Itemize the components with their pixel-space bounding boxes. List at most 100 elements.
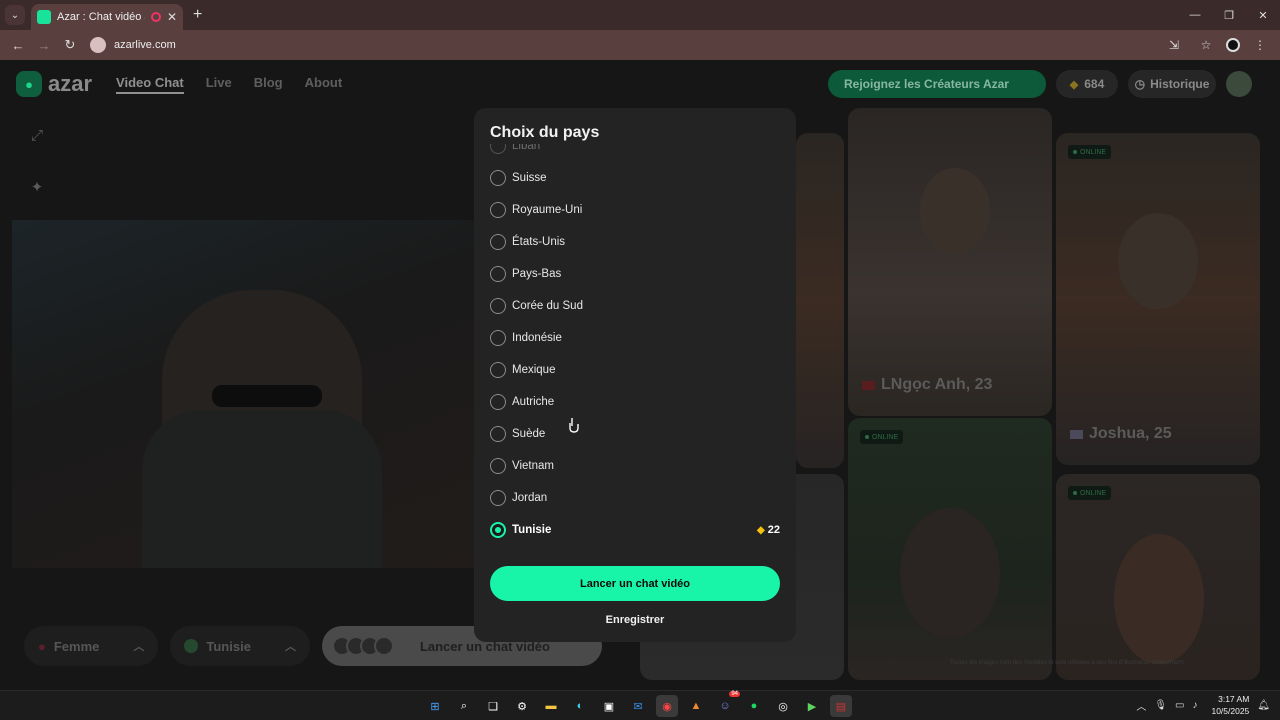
face-shape: [1118, 213, 1198, 309]
history-button[interactable]: ◷ Historique: [1128, 70, 1216, 98]
gender-filter[interactable]: ● Femme ︿: [24, 626, 159, 666]
new-tab-button[interactable]: +: [193, 6, 202, 24]
steam-icon[interactable]: ◎: [772, 695, 794, 717]
country-label: Indonésie: [512, 332, 562, 344]
tab-title: Azar : Chat vidéo avec de n: [57, 11, 145, 23]
radio-button[interactable]: [490, 362, 506, 378]
vlc-icon[interactable]: ▲: [685, 695, 707, 717]
launch-video-chat-button[interactable]: Lancer un chat vidéo: [490, 566, 780, 601]
settings-gear-icon[interactable]: ⚙: [511, 695, 533, 717]
nav-live[interactable]: Live: [206, 75, 232, 94]
edge-icon[interactable]: ◐: [569, 695, 591, 717]
country-option-jordan[interactable]: Jordan: [490, 482, 780, 514]
tray-chevron-up-icon[interactable]: ︿: [1136, 698, 1146, 713]
radio-button[interactable]: [490, 330, 506, 346]
online-dot-icon: [1073, 150, 1077, 154]
radio-button[interactable]: [490, 144, 506, 154]
country-option-liban[interactable]: Liban: [490, 144, 780, 162]
profile-tile[interactable]: ONLINE: [1056, 474, 1260, 680]
sparkle-effects-icon[interactable]: ✦: [24, 174, 50, 200]
site-header: ● azar Video Chat Live Blog About Rejoig…: [0, 60, 1280, 108]
expand-icon[interactable]: ⤢: [24, 122, 50, 148]
country-option-vietnam[interactable]: Vietnam: [490, 450, 780, 482]
country-option-royaume-uni[interactable]: Royaume-Uni: [490, 194, 780, 226]
minimize-icon[interactable]: —: [1178, 0, 1212, 30]
country-option--tats-unis[interactable]: États-Unis: [490, 226, 780, 258]
windows-start-icon[interactable]: ⊞: [424, 695, 446, 717]
install-app-icon[interactable]: ⇲: [1162, 33, 1186, 57]
gems-balance-button[interactable]: ◆ 684: [1056, 70, 1118, 98]
task-view-icon[interactable]: ❑: [482, 695, 504, 717]
country-option-cor-e-du-sud[interactable]: Corée du Sud: [490, 290, 780, 322]
back-icon[interactable]: ←: [6, 33, 30, 57]
country-option-autriche[interactable]: Autriche: [490, 386, 780, 418]
system-clock[interactable]: 3:17 AM 10/5/2025: [1211, 693, 1249, 717]
nav-video-chat[interactable]: Video Chat: [116, 75, 184, 94]
display-icon[interactable]: ▭: [1175, 700, 1184, 711]
menu-kebab-icon[interactable]: ⋮: [1248, 33, 1272, 57]
restore-icon[interactable]: ❐: [1212, 0, 1246, 30]
media-player-icon[interactable]: ▶: [801, 695, 823, 717]
user-avatar[interactable]: [1226, 71, 1252, 97]
save-button[interactable]: Enregistrer: [490, 610, 780, 630]
microphone-icon[interactable]: 🎙︎: [1154, 700, 1167, 711]
tab-search-icon[interactable]: ⌄: [5, 5, 25, 25]
country-option-tunisie[interactable]: Tunisie ◆ 22: [490, 514, 780, 546]
country-list[interactable]: Liban Suisse Royaume-Uni États-Unis Pays-Bas…: [490, 144, 780, 558]
bookmark-star-icon[interactable]: ☆: [1194, 33, 1218, 57]
country-choice-modal: Choix du pays Liban Suisse Royaume-Uni État…: [474, 108, 796, 642]
radio-button[interactable]: [490, 490, 506, 506]
clock-icon: ◷: [1134, 77, 1146, 91]
profile-tile[interactable]: ONLINE Joshua, 25: [1056, 133, 1260, 465]
country-option-suisse[interactable]: Suisse: [490, 162, 780, 194]
notification-bell-icon[interactable]: 🔔︎: [1257, 700, 1270, 711]
search-icon[interactable]: ⌕: [453, 695, 475, 717]
outlook-icon[interactable]: ✉: [627, 695, 649, 717]
profile-tile[interactable]: [796, 133, 844, 468]
radio-button[interactable]: [490, 266, 506, 282]
country-filter[interactable]: Tunisie ︿: [170, 626, 310, 666]
volume-icon[interactable]: ♪: [1192, 700, 1197, 711]
self-video-preview: [12, 220, 474, 568]
radio-button[interactable]: [490, 234, 506, 250]
gender-pin-icon: ●: [38, 638, 46, 654]
spotify-icon[interactable]: ●: [743, 695, 765, 717]
radio-button[interactable]: [490, 394, 506, 410]
profile-tile[interactable]: LNgọc Anh, 23: [848, 108, 1052, 416]
chrome-icon[interactable]: ◉: [656, 695, 678, 717]
country-label: Corée du Sud: [512, 300, 583, 312]
system-tray: ︿ 🎙︎ ▭ ♪ 3:17 AM 10/5/2025 🔔︎: [1136, 693, 1270, 717]
country-option-su-de[interactable]: Suède: [490, 418, 780, 450]
country-option-pays-bas[interactable]: Pays-Bas: [490, 258, 780, 290]
close-window-icon[interactable]: ✕: [1246, 0, 1280, 30]
radio-button[interactable]: [490, 458, 506, 474]
country-option-indon-sie[interactable]: Indonésie: [490, 322, 780, 354]
profile-icon[interactable]: [1226, 38, 1240, 52]
radio-button[interactable]: [490, 522, 506, 538]
radio-button[interactable]: [490, 426, 506, 442]
nav-blog[interactable]: Blog: [254, 75, 283, 94]
radio-button[interactable]: [490, 202, 506, 218]
browser-tab[interactable]: Azar : Chat vidéo avec de n ✕: [31, 4, 183, 30]
reload-icon[interactable]: ↻: [58, 33, 82, 57]
radio-button[interactable]: [490, 170, 506, 186]
nav-about[interactable]: About: [305, 75, 343, 94]
discord-icon[interactable]: ☺ 94: [714, 691, 740, 717]
file-explorer-icon[interactable]: ▬: [540, 695, 562, 717]
tile-name: LNgọc Anh, 23: [862, 376, 992, 394]
site-info-icon[interactable]: [90, 37, 106, 53]
store-icon[interactable]: ▣: [598, 695, 620, 717]
profile-tile[interactable]: ONLINE: [848, 418, 1052, 680]
join-creators-button[interactable]: Rejoignez les Créateurs Azar: [828, 70, 1046, 98]
forward-icon[interactable]: →: [32, 33, 56, 57]
radio-button[interactable]: [490, 298, 506, 314]
obs-recorder-icon[interactable]: ▤: [830, 695, 852, 717]
address-bar[interactable]: azarlive.com: [90, 37, 176, 53]
country-option-mexique[interactable]: Mexique: [490, 354, 780, 386]
country-label: Liban: [512, 144, 541, 152]
azar-logo[interactable]: ● azar: [16, 71, 92, 97]
clock-time: 3:17 AM: [1218, 694, 1250, 704]
close-tab-icon[interactable]: ✕: [167, 10, 177, 24]
chevron-up-icon: ︿: [284, 641, 296, 653]
country-label: Vietnam: [512, 460, 554, 472]
